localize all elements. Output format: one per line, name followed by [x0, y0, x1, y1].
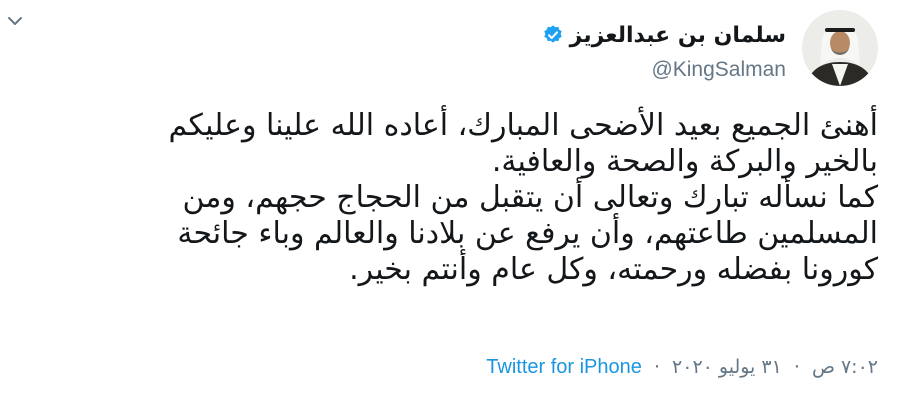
meta-separator: · [653, 356, 660, 378]
tweet-meta: ٧:٠٢ ص · ٣١ يوليو ٢٠٢٠ · Twitter for iPh… [22, 356, 878, 379]
meta-separator: · [793, 356, 800, 378]
verified-badge-icon [542, 24, 564, 46]
author-handle[interactable]: @KingSalman [542, 58, 786, 82]
tweet-header: سلمان بن عبدالعزيز @KingSalman [118, 10, 878, 86]
tweet-text-line: أهنئ الجميع بعيد الأضحى المبارك، أعاده ا… [168, 108, 878, 143]
tweet-source-link[interactable]: Twitter for iPhone [486, 356, 642, 378]
author-name-row: سلمان بن عبدالعزيز [542, 20, 786, 50]
portrait-avatar-icon [802, 10, 878, 86]
tweet-time[interactable]: ٧:٠٢ ص [812, 356, 878, 378]
chevron-down-icon[interactable] [2, 8, 28, 34]
author-name[interactable]: سلمان بن عبدالعزيز [570, 23, 786, 48]
tweet-text-line: بالخير والبركة والصحة والعافية. [491, 144, 878, 179]
tweet-card: سلمان بن عبدالعزيز @KingSalman أهنئ الجم… [0, 0, 900, 406]
author-block: سلمان بن عبدالعزيز @KingSalman [542, 20, 786, 82]
tweet-text-line: كورونا بفضله ورحمته، وكل عام وأنتم بخير. [349, 252, 878, 287]
tweet-date[interactable]: ٣١ يوليو ٢٠٢٠ [672, 356, 782, 378]
tweet-text: أهنئ الجميع بعيد الأضحى المبارك، أعاده ا… [22, 108, 878, 288]
tweet-text-line: المسلمين طاعتهم، وأن يرفع عن بلادنا والع… [177, 216, 878, 251]
avatar[interactable] [802, 10, 878, 86]
tweet-text-line: كما نسأله تبارك وتعالى أن يتقبل من الحجا… [182, 180, 878, 215]
